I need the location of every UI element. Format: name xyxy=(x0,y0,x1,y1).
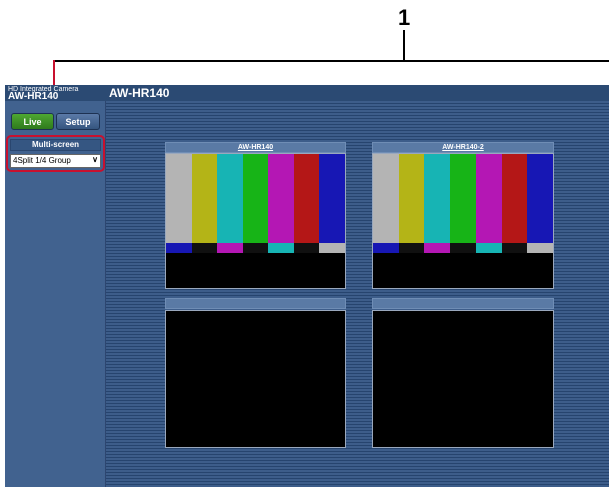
color-bar xyxy=(166,154,192,243)
page-title: AW-HR140 xyxy=(109,86,170,100)
color-bar xyxy=(450,243,476,253)
live-button[interactable]: Live xyxy=(11,113,54,130)
color-bars-mid xyxy=(373,243,553,253)
color-bar xyxy=(373,154,399,243)
color-bar xyxy=(293,243,320,253)
color-bars-bottom xyxy=(166,253,345,288)
color-bar xyxy=(373,243,399,253)
setup-button[interactable]: Setup xyxy=(56,113,100,130)
color-bar xyxy=(217,243,243,253)
color-bar xyxy=(217,154,243,243)
color-bar xyxy=(475,243,502,253)
color-bar xyxy=(424,243,451,253)
color-bar xyxy=(293,154,320,243)
top-bar xyxy=(5,85,609,101)
color-bar xyxy=(166,243,192,253)
camera-tile[interactable] xyxy=(372,153,554,289)
color-bar xyxy=(424,154,451,243)
color-bar xyxy=(191,154,218,243)
tile-title[interactable] xyxy=(165,298,346,309)
callout-line xyxy=(403,60,609,62)
color-bars-mid xyxy=(166,243,345,253)
color-bar xyxy=(319,154,345,243)
callout-number: 1 xyxy=(398,5,411,30)
color-bar xyxy=(501,154,528,243)
camera-tile[interactable] xyxy=(372,310,554,448)
camera-tile[interactable] xyxy=(165,153,346,289)
color-bars-top xyxy=(373,154,553,243)
color-bar xyxy=(319,243,345,253)
color-bar xyxy=(527,243,553,253)
color-bar xyxy=(501,243,528,253)
tile-title[interactable]: AW-HR140 xyxy=(165,142,346,153)
color-bar xyxy=(398,243,425,253)
tile-title[interactable]: AW-HR140-2 xyxy=(372,142,554,153)
color-bar xyxy=(450,154,476,243)
camera-tile[interactable] xyxy=(165,310,346,448)
color-bars-top xyxy=(166,154,345,243)
color-bar xyxy=(191,243,218,253)
tile-title[interactable] xyxy=(372,298,554,309)
color-bar xyxy=(268,154,294,243)
callout-highlight-box xyxy=(6,135,105,172)
manual-figure: 1 HD Integrated Camera AW-HR140 AW-HR140… xyxy=(0,0,609,487)
color-bar xyxy=(475,154,502,243)
color-bar xyxy=(242,243,269,253)
color-bar xyxy=(527,154,553,243)
color-bar xyxy=(398,154,425,243)
color-bars-bottom xyxy=(373,253,553,288)
color-bar xyxy=(242,154,269,243)
color-bar xyxy=(268,243,294,253)
callout-line xyxy=(403,30,405,60)
